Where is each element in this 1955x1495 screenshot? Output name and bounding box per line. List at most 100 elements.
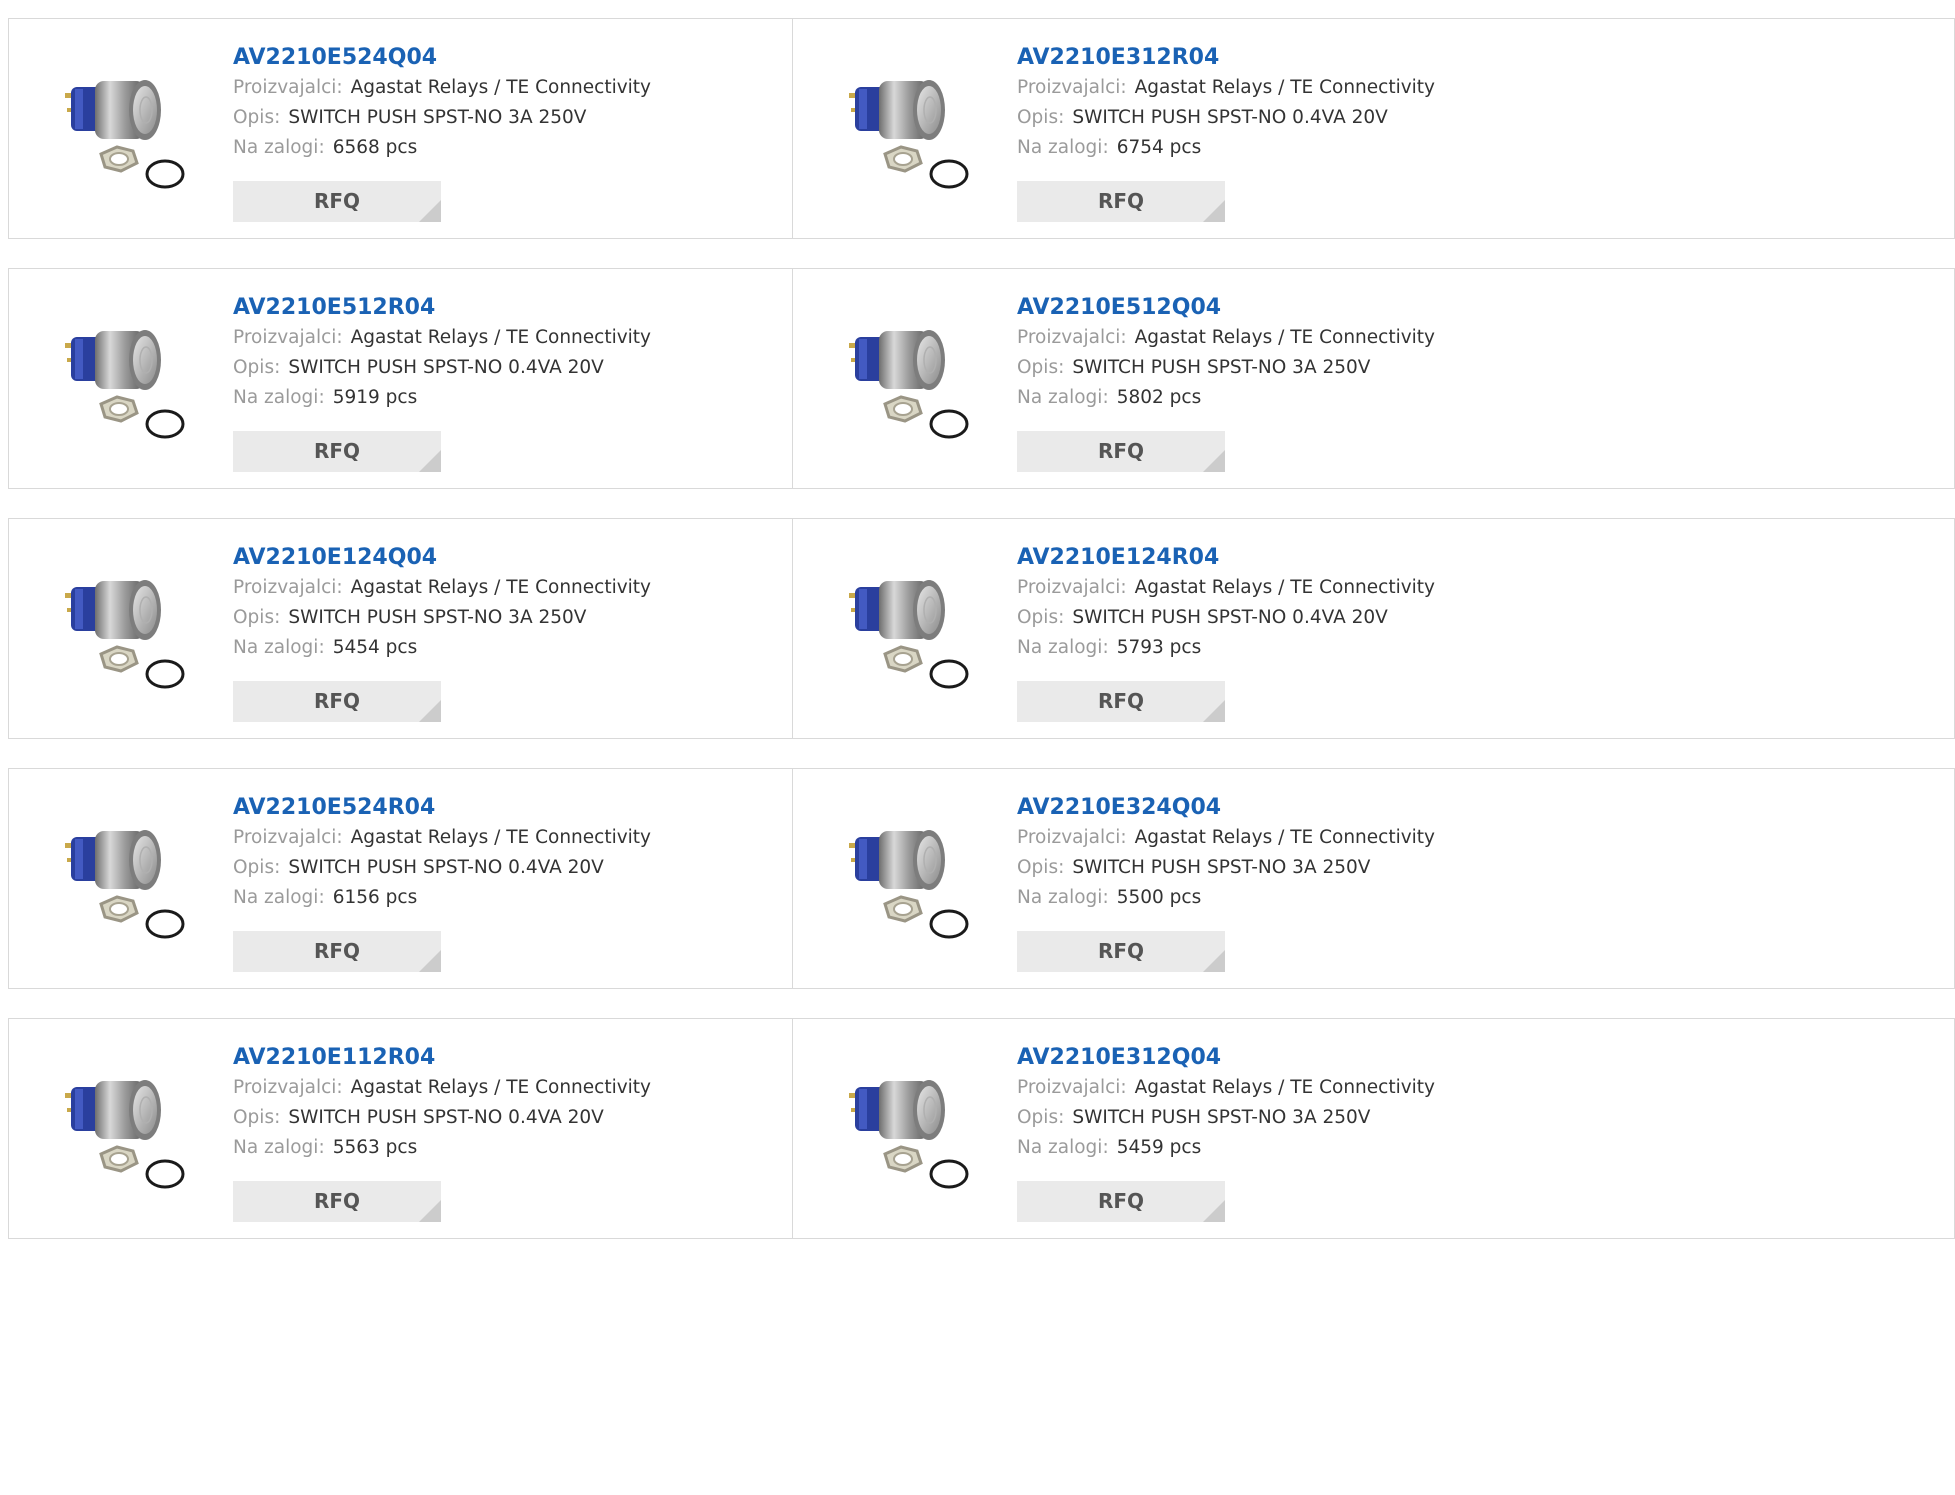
stock-label: Na zalogi:: [233, 1137, 325, 1158]
product-image[interactable]: [825, 51, 985, 211]
rfq-button-label: RFQ: [313, 189, 361, 213]
rfq-button[interactable]: RFQ: [233, 681, 441, 722]
rfq-button-label: RFQ: [1097, 1189, 1145, 1213]
manufacturer-row: Proizvajalci: Agastat Relays / TE Connect…: [1017, 73, 1435, 103]
manufacturer-row: Proizvajalci: Agastat Relays / TE Connect…: [1017, 1073, 1435, 1103]
description-row: Opis: SWITCH PUSH SPST-NO 0.4VA 20V: [233, 353, 651, 383]
part-number-link[interactable]: AV2210E512R04: [233, 293, 651, 323]
manufacturer-value: Agastat Relays / TE Connectivity: [1134, 1077, 1436, 1098]
stock-row: Na zalogi: 6754 pcs: [1017, 133, 1435, 163]
rfq-button[interactable]: RFQ: [1017, 1181, 1225, 1222]
stock-value: 6754 pcs: [1116, 137, 1202, 158]
corner-fold-icon: [419, 200, 441, 222]
manufacturer-row: Proizvajalci: Agastat Relays / TE Connect…: [233, 73, 651, 103]
description-value: SWITCH PUSH SPST-NO 3A 250V: [1072, 857, 1371, 878]
product-card: AV2210E124R04 Proizvajalci: Agastat Relay…: [792, 518, 1955, 739]
description-row: Opis: SWITCH PUSH SPST-NO 3A 250V: [233, 603, 651, 633]
rfq-button[interactable]: RFQ: [1017, 181, 1225, 222]
manufacturer-label: Proizvajalci:: [1017, 827, 1127, 848]
product-row: AV2210E112R04 Proizvajalci: Agastat Relay…: [8, 1018, 1955, 1239]
product-row: AV2210E512R04 Proizvajalci: Agastat Relay…: [8, 268, 1955, 489]
product-card: AV2210E512Q04 Proizvajalci: Agastat Relay…: [792, 268, 1955, 489]
part-number-link[interactable]: AV2210E524Q04: [233, 43, 651, 73]
product-card: AV2210E312Q04 Proizvajalci: Agastat Relay…: [792, 1018, 1955, 1239]
manufacturer-label: Proizvajalci:: [1017, 577, 1127, 598]
description-value: SWITCH PUSH SPST-NO 0.4VA 20V: [1072, 607, 1388, 628]
stock-value: 6568 pcs: [332, 137, 418, 158]
product-image[interactable]: [825, 301, 985, 461]
product-card: AV2210E124Q04 Proizvajalci: Agastat Relay…: [8, 518, 793, 739]
manufacturer-label: Proizvajalci:: [233, 827, 343, 848]
description-label: Opis:: [233, 357, 281, 378]
stock-value: 6156 pcs: [332, 887, 418, 908]
push-button-switch-photo-icon: [65, 830, 185, 939]
corner-fold-icon: [1203, 950, 1225, 972]
part-number-link[interactable]: AV2210E112R04: [233, 1043, 651, 1073]
product-image[interactable]: [41, 1051, 201, 1211]
push-button-switch-photo-icon: [849, 830, 969, 939]
rfq-button[interactable]: RFQ: [233, 931, 441, 972]
rfq-button[interactable]: RFQ: [1017, 431, 1225, 472]
push-button-switch-photo-icon: [849, 1080, 969, 1189]
product-info: AV2210E112R04 Proizvajalci: Agastat Relay…: [233, 1043, 652, 1222]
manufacturer-label: Proizvajalci:: [233, 1077, 343, 1098]
stock-row: Na zalogi: 5459 pcs: [1017, 1133, 1435, 1163]
stock-row: Na zalogi: 6156 pcs: [233, 883, 651, 913]
manufacturer-value: Agastat Relays / TE Connectivity: [350, 1077, 652, 1098]
product-info: AV2210E524Q04 Proizvajalci: Agastat Relay…: [233, 43, 651, 222]
description-label: Opis:: [233, 1107, 281, 1128]
product-info: AV2210E324Q04 Proizvajalci: Agastat Relay…: [1017, 793, 1435, 972]
stock-row: Na zalogi: 6568 pcs: [233, 133, 651, 163]
push-button-switch-photo-icon: [65, 580, 185, 689]
manufacturer-row: Proizvajalci: Agastat Relays / TE Connect…: [1017, 323, 1435, 353]
manufacturer-value: Agastat Relays / TE Connectivity: [1134, 577, 1436, 598]
rfq-button[interactable]: RFQ: [233, 431, 441, 472]
corner-fold-icon: [1203, 1200, 1225, 1222]
product-info: AV2210E312Q04 Proizvajalci: Agastat Relay…: [1017, 1043, 1435, 1222]
description-row: Opis: SWITCH PUSH SPST-NO 3A 250V: [1017, 353, 1435, 383]
product-image[interactable]: [41, 301, 201, 461]
part-number-link[interactable]: AV2210E312R04: [1017, 43, 1435, 73]
description-value: SWITCH PUSH SPST-NO 3A 250V: [1072, 357, 1371, 378]
push-button-switch-photo-icon: [65, 1080, 185, 1189]
product-row: AV2210E524R04 Proizvajalci: Agastat Relay…: [8, 768, 1955, 989]
manufacturer-value: Agastat Relays / TE Connectivity: [350, 327, 652, 348]
product-grid: AV2210E524Q04 Proizvajalci: Agastat Relay…: [8, 18, 1955, 1268]
stock-value: 5500 pcs: [1116, 887, 1202, 908]
part-number-link[interactable]: AV2210E524R04: [233, 793, 651, 823]
part-number-link[interactable]: AV2210E124R04: [1017, 543, 1435, 573]
product-image[interactable]: [825, 1051, 985, 1211]
corner-fold-icon: [419, 450, 441, 472]
product-image[interactable]: [41, 551, 201, 711]
product-image[interactable]: [41, 51, 201, 211]
product-info: AV2210E124R04 Proizvajalci: Agastat Relay…: [1017, 543, 1436, 722]
manufacturer-value: Agastat Relays / TE Connectivity: [1134, 327, 1436, 348]
manufacturer-label: Proizvajalci:: [1017, 77, 1127, 98]
product-card: AV2210E524Q04 Proizvajalci: Agastat Relay…: [8, 18, 793, 239]
description-value: SWITCH PUSH SPST-NO 3A 250V: [1072, 1107, 1371, 1128]
product-image[interactable]: [825, 801, 985, 961]
part-number-link[interactable]: AV2210E312Q04: [1017, 1043, 1435, 1073]
description-row: Opis: SWITCH PUSH SPST-NO 0.4VA 20V: [1017, 103, 1435, 133]
rfq-button[interactable]: RFQ: [1017, 681, 1225, 722]
rfq-button-label: RFQ: [1097, 939, 1145, 963]
stock-row: Na zalogi: 5563 pcs: [233, 1133, 651, 1163]
part-number-link[interactable]: AV2210E124Q04: [233, 543, 651, 573]
product-card: AV2210E324Q04 Proizvajalci: Agastat Relay…: [792, 768, 1955, 989]
rfq-button-label: RFQ: [313, 689, 361, 713]
product-image[interactable]: [41, 801, 201, 961]
manufacturer-label: Proizvajalci:: [233, 577, 343, 598]
rfq-button[interactable]: RFQ: [233, 1181, 441, 1222]
product-image[interactable]: [825, 551, 985, 711]
description-row: Opis: SWITCH PUSH SPST-NO 3A 250V: [233, 103, 651, 133]
part-number-link[interactable]: AV2210E512Q04: [1017, 293, 1435, 323]
rfq-button[interactable]: RFQ: [1017, 931, 1225, 972]
stock-label: Na zalogi:: [1017, 1137, 1109, 1158]
product-card: AV2210E312R04 Proizvajalci: Agastat Relay…: [792, 18, 1955, 239]
description-value: SWITCH PUSH SPST-NO 0.4VA 20V: [288, 857, 604, 878]
stock-row: Na zalogi: 5793 pcs: [1017, 633, 1435, 663]
stock-row: Na zalogi: 5802 pcs: [1017, 383, 1435, 413]
description-value: SWITCH PUSH SPST-NO 3A 250V: [288, 607, 587, 628]
part-number-link[interactable]: AV2210E324Q04: [1017, 793, 1435, 823]
rfq-button[interactable]: RFQ: [233, 181, 441, 222]
